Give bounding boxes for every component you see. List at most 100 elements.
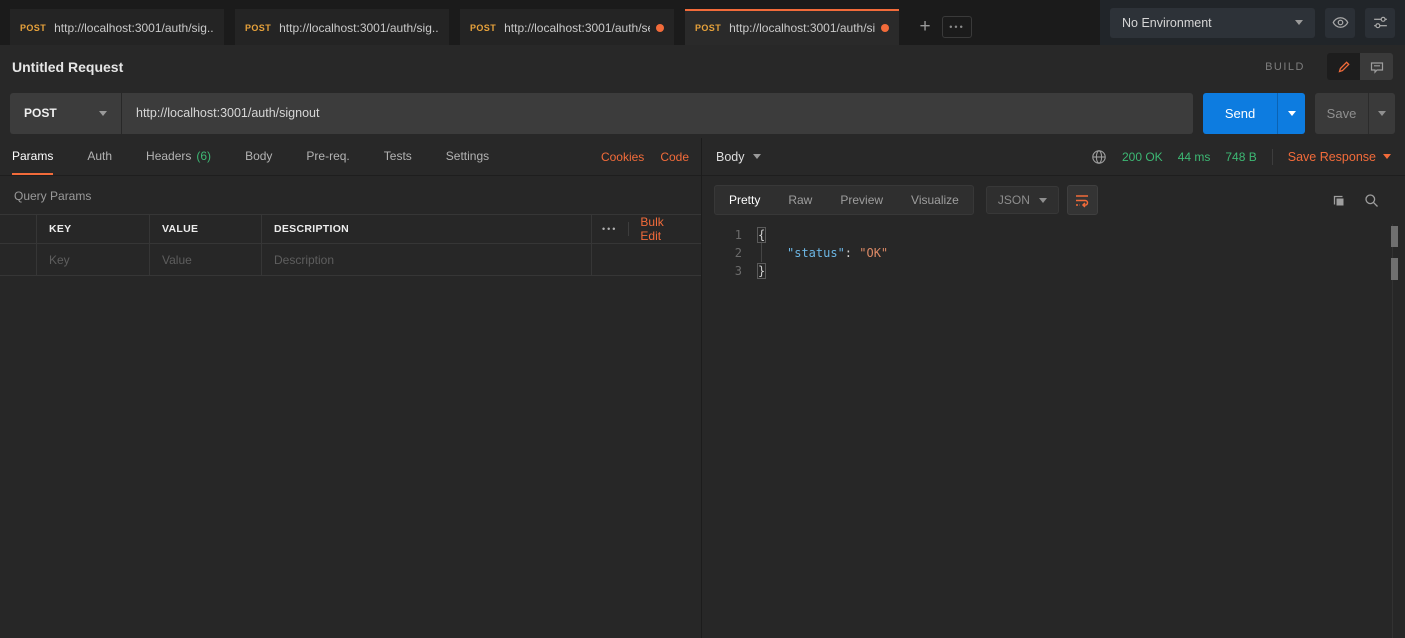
- table-row: Key Value Description: [0, 244, 701, 276]
- scrollbar-track: [1392, 224, 1393, 638]
- tab-method-badge: POST: [245, 23, 271, 33]
- comment-button[interactable]: [1360, 53, 1393, 80]
- edit-mode-button[interactable]: [1327, 53, 1360, 80]
- chevron-down-icon: [1295, 20, 1303, 25]
- close-brace-token: }: [758, 264, 765, 278]
- divider: [628, 222, 629, 236]
- pencil-icon: [1337, 60, 1351, 74]
- request-tab-4-active[interactable]: POST http://localhost:3001/auth/sig...: [685, 9, 899, 45]
- response-meta-bar: Body 200 OK 44 ms 748 B Save Response: [702, 138, 1405, 176]
- view-tab-pretty[interactable]: Pretty: [715, 186, 774, 214]
- send-options-button[interactable]: [1277, 93, 1305, 134]
- row-handle-cell: [0, 244, 37, 275]
- method-label: POST: [24, 106, 57, 120]
- copy-icon: [1331, 193, 1346, 208]
- json-value-token: "OK": [859, 246, 888, 260]
- response-panel: Pretty Raw Preview Visualize JSON: [702, 176, 1405, 638]
- response-body-editor[interactable]: 1 { 2 "status": "OK" 3 }: [702, 226, 1405, 280]
- value-placeholder: Value: [162, 253, 192, 267]
- request-tab-3[interactable]: POST http://localhost:3001/auth/ses...: [460, 9, 674, 45]
- response-view-tabs: Pretty Raw Preview Visualize: [714, 185, 974, 215]
- word-wrap-button[interactable]: [1067, 185, 1098, 215]
- network-info-button[interactable]: [1091, 149, 1107, 165]
- description-input[interactable]: Description: [262, 244, 592, 275]
- tab-method-badge: POST: [20, 23, 46, 33]
- chevron-down-icon: [99, 111, 107, 116]
- response-time: 44 ms: [1178, 150, 1211, 164]
- save-button-group: Save: [1315, 93, 1395, 134]
- method-selector[interactable]: POST: [10, 93, 121, 134]
- json-key-token: "status": [787, 246, 845, 260]
- key-input[interactable]: Key: [37, 244, 150, 275]
- comment-icon: [1370, 60, 1384, 74]
- tab-pre-request[interactable]: Pre-req.: [306, 138, 349, 175]
- divider: [1272, 149, 1273, 165]
- tab-method-badge: POST: [695, 23, 721, 33]
- response-body-label: Body: [716, 150, 745, 164]
- tab-title: http://localhost:3001/auth/sig...: [279, 21, 439, 35]
- save-button[interactable]: Save: [1315, 93, 1368, 134]
- chevron-down-icon: [1383, 154, 1391, 159]
- chevron-down-icon: [1378, 111, 1386, 116]
- row-handle-column: [0, 215, 37, 243]
- tab-tests[interactable]: Tests: [384, 138, 412, 175]
- tab-auth[interactable]: Auth: [87, 138, 112, 175]
- tab-title: http://localhost:3001/auth/sig...: [729, 21, 875, 35]
- save-response-label: Save Response: [1288, 150, 1376, 164]
- tab-options-button[interactable]: •••: [942, 16, 972, 38]
- tab-body[interactable]: Body: [245, 138, 272, 175]
- save-response-button[interactable]: Save Response: [1288, 150, 1391, 164]
- edit-comment-toggle: [1327, 53, 1393, 80]
- indent-guide: [761, 243, 762, 262]
- tab-method-badge: POST: [470, 23, 496, 33]
- cookies-link[interactable]: Cookies: [601, 150, 644, 164]
- request-title[interactable]: Untitled Request: [12, 59, 123, 75]
- request-tab-2[interactable]: POST http://localhost:3001/auth/sig...: [235, 9, 449, 45]
- environment-selector[interactable]: No Environment: [1110, 8, 1315, 38]
- eye-icon: [1332, 14, 1349, 31]
- response-format-label: JSON: [998, 193, 1030, 207]
- environment-quick-look-button[interactable]: [1325, 8, 1355, 38]
- copy-response-button[interactable]: [1331, 193, 1346, 208]
- request-tab-1[interactable]: POST http://localhost:3001/auth/sig...: [10, 9, 224, 45]
- view-tab-raw[interactable]: Raw: [774, 186, 826, 214]
- environment-selected-label: No Environment: [1122, 16, 1212, 30]
- response-format-selector[interactable]: JSON: [986, 186, 1059, 214]
- scrollbar-thumb[interactable]: [1391, 226, 1398, 247]
- send-button[interactable]: Send: [1203, 93, 1277, 134]
- code-link[interactable]: Code: [660, 150, 689, 164]
- value-input[interactable]: Value: [150, 244, 262, 275]
- view-tab-preview[interactable]: Preview: [826, 186, 897, 214]
- search-icon: [1364, 193, 1379, 208]
- request-tab-bar: POST http://localhost:3001/auth/sig... P…: [0, 0, 1100, 45]
- code-line-1: 1 {: [702, 226, 1405, 244]
- search-response-button[interactable]: [1364, 193, 1379, 208]
- params-more-options-button[interactable]: •••: [602, 224, 617, 234]
- environment-settings-button[interactable]: [1365, 8, 1395, 38]
- json-colon-token: :: [845, 246, 859, 260]
- line-number: 2: [702, 244, 758, 262]
- url-value: http://localhost:3001/auth/signout: [136, 106, 319, 120]
- send-button-group: Send: [1203, 93, 1305, 134]
- url-input[interactable]: http://localhost:3001/auth/signout: [122, 93, 1193, 134]
- save-options-button[interactable]: [1368, 93, 1395, 134]
- response-size: 748 B: [1225, 150, 1256, 164]
- sliders-icon: [1372, 14, 1389, 31]
- tab-params[interactable]: Params: [12, 138, 53, 175]
- tab-settings[interactable]: Settings: [446, 138, 489, 175]
- tab-title: http://localhost:3001/auth/ses...: [504, 21, 650, 35]
- tab-headers-label: Headers: [146, 149, 191, 163]
- new-tab-button[interactable]: +: [910, 12, 940, 42]
- line-number: 1: [702, 226, 758, 244]
- value-column-label: VALUE: [162, 223, 198, 235]
- status-badge: 200 OK: [1122, 150, 1163, 164]
- word-wrap-icon: [1074, 192, 1090, 208]
- bulk-edit-link[interactable]: Bulk Edit: [640, 215, 685, 243]
- scrollbar-mark[interactable]: [1391, 258, 1398, 280]
- tab-headers[interactable]: Headers (6): [146, 138, 211, 175]
- view-tab-visualize[interactable]: Visualize: [897, 186, 973, 214]
- response-body-selector[interactable]: Body: [716, 150, 761, 164]
- key-column-header: KEY: [37, 215, 150, 243]
- response-toolbar: Pretty Raw Preview Visualize JSON: [702, 176, 1405, 223]
- tab-title: http://localhost:3001/auth/sig...: [54, 21, 214, 35]
